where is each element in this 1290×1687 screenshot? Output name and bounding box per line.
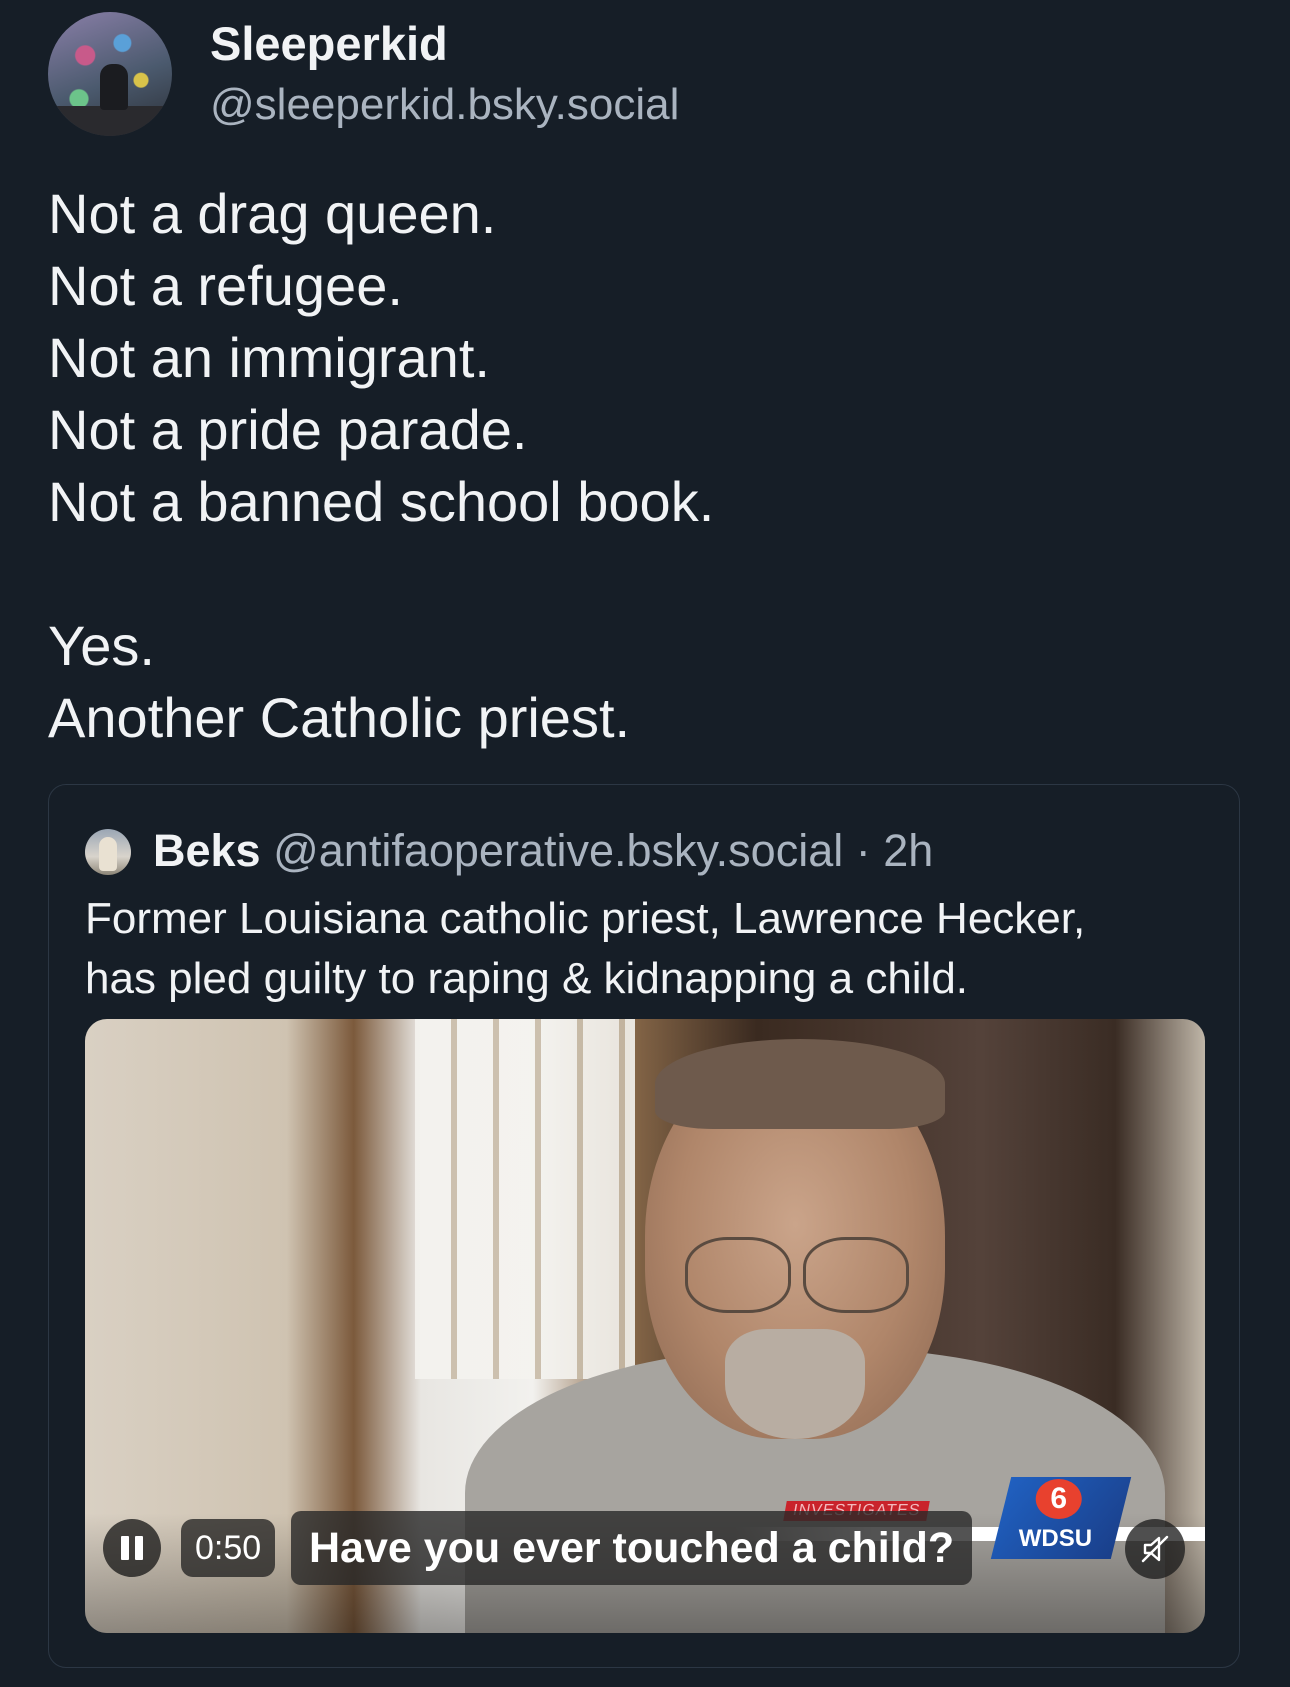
quote-text-line: Former Louisiana catholic priest, Lawren… xyxy=(85,894,1086,943)
author-display-name[interactable]: Sleeperkid xyxy=(210,16,448,71)
video-person-beard xyxy=(725,1329,865,1439)
station-name: WDSU xyxy=(1019,1525,1093,1552)
video-glasses-left xyxy=(685,1237,791,1313)
quote-header: Beks @antifaoperative.bsky.social · 2h xyxy=(153,825,933,877)
post-line: Not an immigrant. xyxy=(48,326,490,389)
author-avatar[interactable] xyxy=(48,12,172,136)
quote-timestamp: 2h xyxy=(883,825,934,876)
post-line: Not a pride parade. xyxy=(48,398,528,461)
post-line: Not a drag queen. xyxy=(48,182,497,245)
video-time: 0:50 xyxy=(181,1519,276,1577)
station-logo: 6 WDSU xyxy=(990,1477,1132,1559)
muted-speaker-icon xyxy=(1141,1535,1169,1563)
author-handle[interactable]: @sleeperkid.bsky.social xyxy=(210,80,679,130)
quote-author-avatar[interactable] xyxy=(85,829,131,875)
video-window-background xyxy=(415,1019,635,1379)
pause-icon xyxy=(121,1536,143,1560)
quote-text-line: has pled guilty to raping & kidnapping a… xyxy=(85,954,969,1003)
video-caption: Have you ever touched a child? xyxy=(291,1511,973,1585)
quote-author-name[interactable]: Beks xyxy=(153,825,261,876)
quote-separator: · xyxy=(843,825,884,876)
post-text: Not a drag queen. Not a refugee. Not an … xyxy=(48,178,1238,754)
video-person-hair xyxy=(655,1039,945,1129)
avatar-figure xyxy=(100,64,128,110)
pause-button[interactable] xyxy=(103,1519,161,1577)
post-line: Another Catholic priest. xyxy=(48,686,631,749)
quoted-post[interactable]: Beks @antifaoperative.bsky.social · 2h F… xyxy=(48,784,1240,1668)
station-number: 6 xyxy=(1035,1479,1082,1519)
post-line: Not a refugee. xyxy=(48,254,403,317)
quote-text: Former Louisiana catholic priest, Lawren… xyxy=(85,889,1205,1009)
quote-author-handle[interactable]: @antifaoperative.bsky.social xyxy=(273,825,843,876)
post-line: Yes. xyxy=(48,614,155,677)
video-player[interactable]: INVESTIGATES 6 WDSU 0:50 Have you ever t… xyxy=(85,1019,1205,1633)
mute-button[interactable] xyxy=(1125,1519,1185,1579)
avatar-floor xyxy=(48,106,172,136)
video-glasses-right xyxy=(803,1237,909,1313)
post-line: Not a banned school book. xyxy=(48,470,715,533)
